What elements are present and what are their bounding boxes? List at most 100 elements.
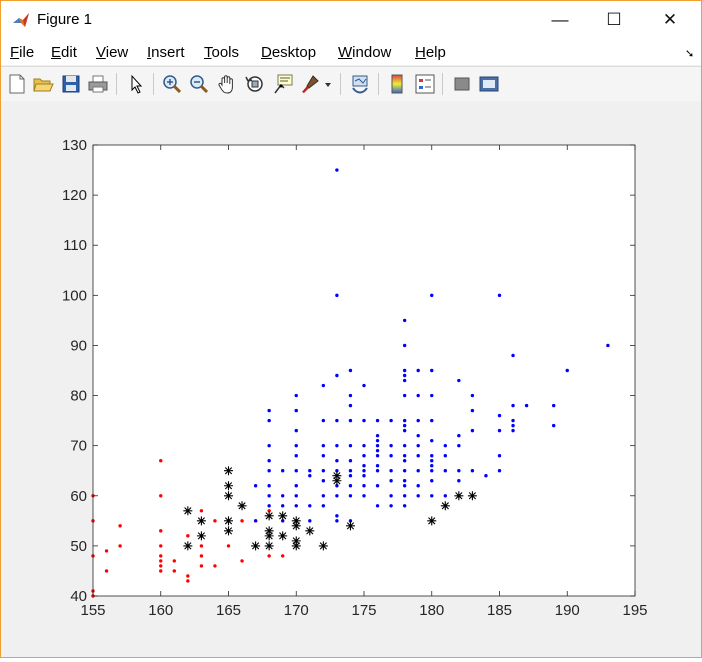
select-pointer-icon[interactable] [125,73,147,95]
show-plot-tools-icon[interactable] [478,73,500,95]
hide-plot-tools-icon[interactable] [451,73,473,95]
data-point [402,428,407,433]
data-point-asterisk [345,521,355,531]
data-point [267,443,271,448]
menu-bar: File Edit View Insert Tools Desktop Wind… [1,39,701,65]
data-cursor-icon[interactable] [272,73,294,95]
data-point [199,509,204,513]
data-point-asterisk [305,526,315,536]
data-point-asterisk [224,481,233,491]
data-point [416,418,420,423]
minimize-button[interactable]: — [533,1,587,39]
data-point [240,559,244,563]
data-point [389,469,393,473]
data-point [267,504,271,508]
data-point [267,484,271,488]
data-point-asterisk [251,541,261,551]
y-tick-label: 60 [70,488,87,505]
menu-insert[interactable]: Insert [147,44,185,61]
data-point [402,494,407,498]
figure-canvas[interactable]: 155 160 165 170 175 180 185 190 195 40 50 60 70 80 90 1… [1,101,701,657]
x-tick-label: 195 [622,602,647,619]
data-point [430,393,434,398]
insert-legend-icon[interactable] [414,73,436,95]
data-point [416,433,420,438]
insert-colorbar-icon[interactable] [387,73,409,95]
data-point [470,408,475,413]
data-point [375,484,380,488]
data-point [348,403,353,408]
data-point-asterisk [332,476,342,486]
zoom-out-icon[interactable] [188,73,210,95]
y-tick-label: 50 [70,538,87,555]
menu-view[interactable]: View [96,44,128,61]
data-point [362,453,366,458]
data-point [402,453,407,458]
data-point [159,529,163,533]
data-point [335,494,339,498]
title-bar[interactable]: Figure 1 — ☐ ✕ [1,1,701,39]
brush-icon[interactable] [299,73,321,95]
pan-hand-icon[interactable] [216,73,238,95]
data-point [104,569,109,573]
data-point-asterisk [183,541,193,551]
brush-dropdown-icon[interactable] [323,73,333,95]
data-point [402,459,407,463]
y-tick-label: 40 [70,588,87,605]
y-tick-label: 130 [62,137,87,154]
data-point [186,579,190,583]
matlab-logo-icon [13,13,29,27]
data-point [267,408,271,413]
data-point [199,554,204,558]
menu-file[interactable]: File [10,44,34,61]
data-point [321,418,326,423]
data-point [159,544,163,548]
data-point [186,574,190,578]
data-point [159,569,163,573]
minimize-icon: — [551,10,569,29]
data-point [402,423,407,428]
data-point-asterisk [224,491,233,501]
data-point [402,469,407,473]
data-point [389,418,393,423]
plot-area [93,145,635,596]
new-figure-icon[interactable] [6,73,28,95]
link-plot-icon[interactable] [349,73,371,95]
menu-tools[interactable]: Tools [204,44,239,61]
data-point [511,423,515,428]
maximize-button[interactable]: ☐ [587,1,641,39]
close-button[interactable]: ✕ [643,1,697,39]
data-point [375,438,380,443]
x-tick-label: 175 [351,602,376,619]
data-point [430,459,434,463]
menu-help[interactable]: Help [415,44,446,61]
menu-window[interactable]: Window [338,44,391,61]
data-point [402,393,407,398]
data-point [335,519,339,523]
data-point [430,368,434,373]
save-icon[interactable] [60,73,82,95]
data-point [402,343,407,348]
toolbar-separator [340,73,341,95]
data-point [430,453,434,458]
data-point-asterisk [318,541,328,551]
y-tick-label: 70 [70,438,87,455]
data-point-asterisk [237,501,247,511]
print-icon[interactable] [87,73,109,95]
menu-edit[interactable]: Edit [51,44,77,61]
data-point [362,443,366,448]
data-point [362,383,366,388]
data-point [159,559,163,563]
data-point [294,428,298,433]
x-tick-label: 190 [555,602,580,619]
data-point [267,554,271,558]
open-file-icon[interactable] [32,73,54,95]
data-point [348,469,353,473]
dock-figure-icon[interactable]: ➘ [685,47,694,60]
rotate-3d-icon[interactable] [244,73,266,95]
data-point [416,453,420,458]
menu-desktop[interactable]: Desktop [261,44,316,61]
zoom-in-icon[interactable] [161,73,183,95]
data-point [402,373,407,378]
scatter-chart[interactable]: 155 160 165 170 175 180 185 190 1954050607080901… [1,101,701,657]
